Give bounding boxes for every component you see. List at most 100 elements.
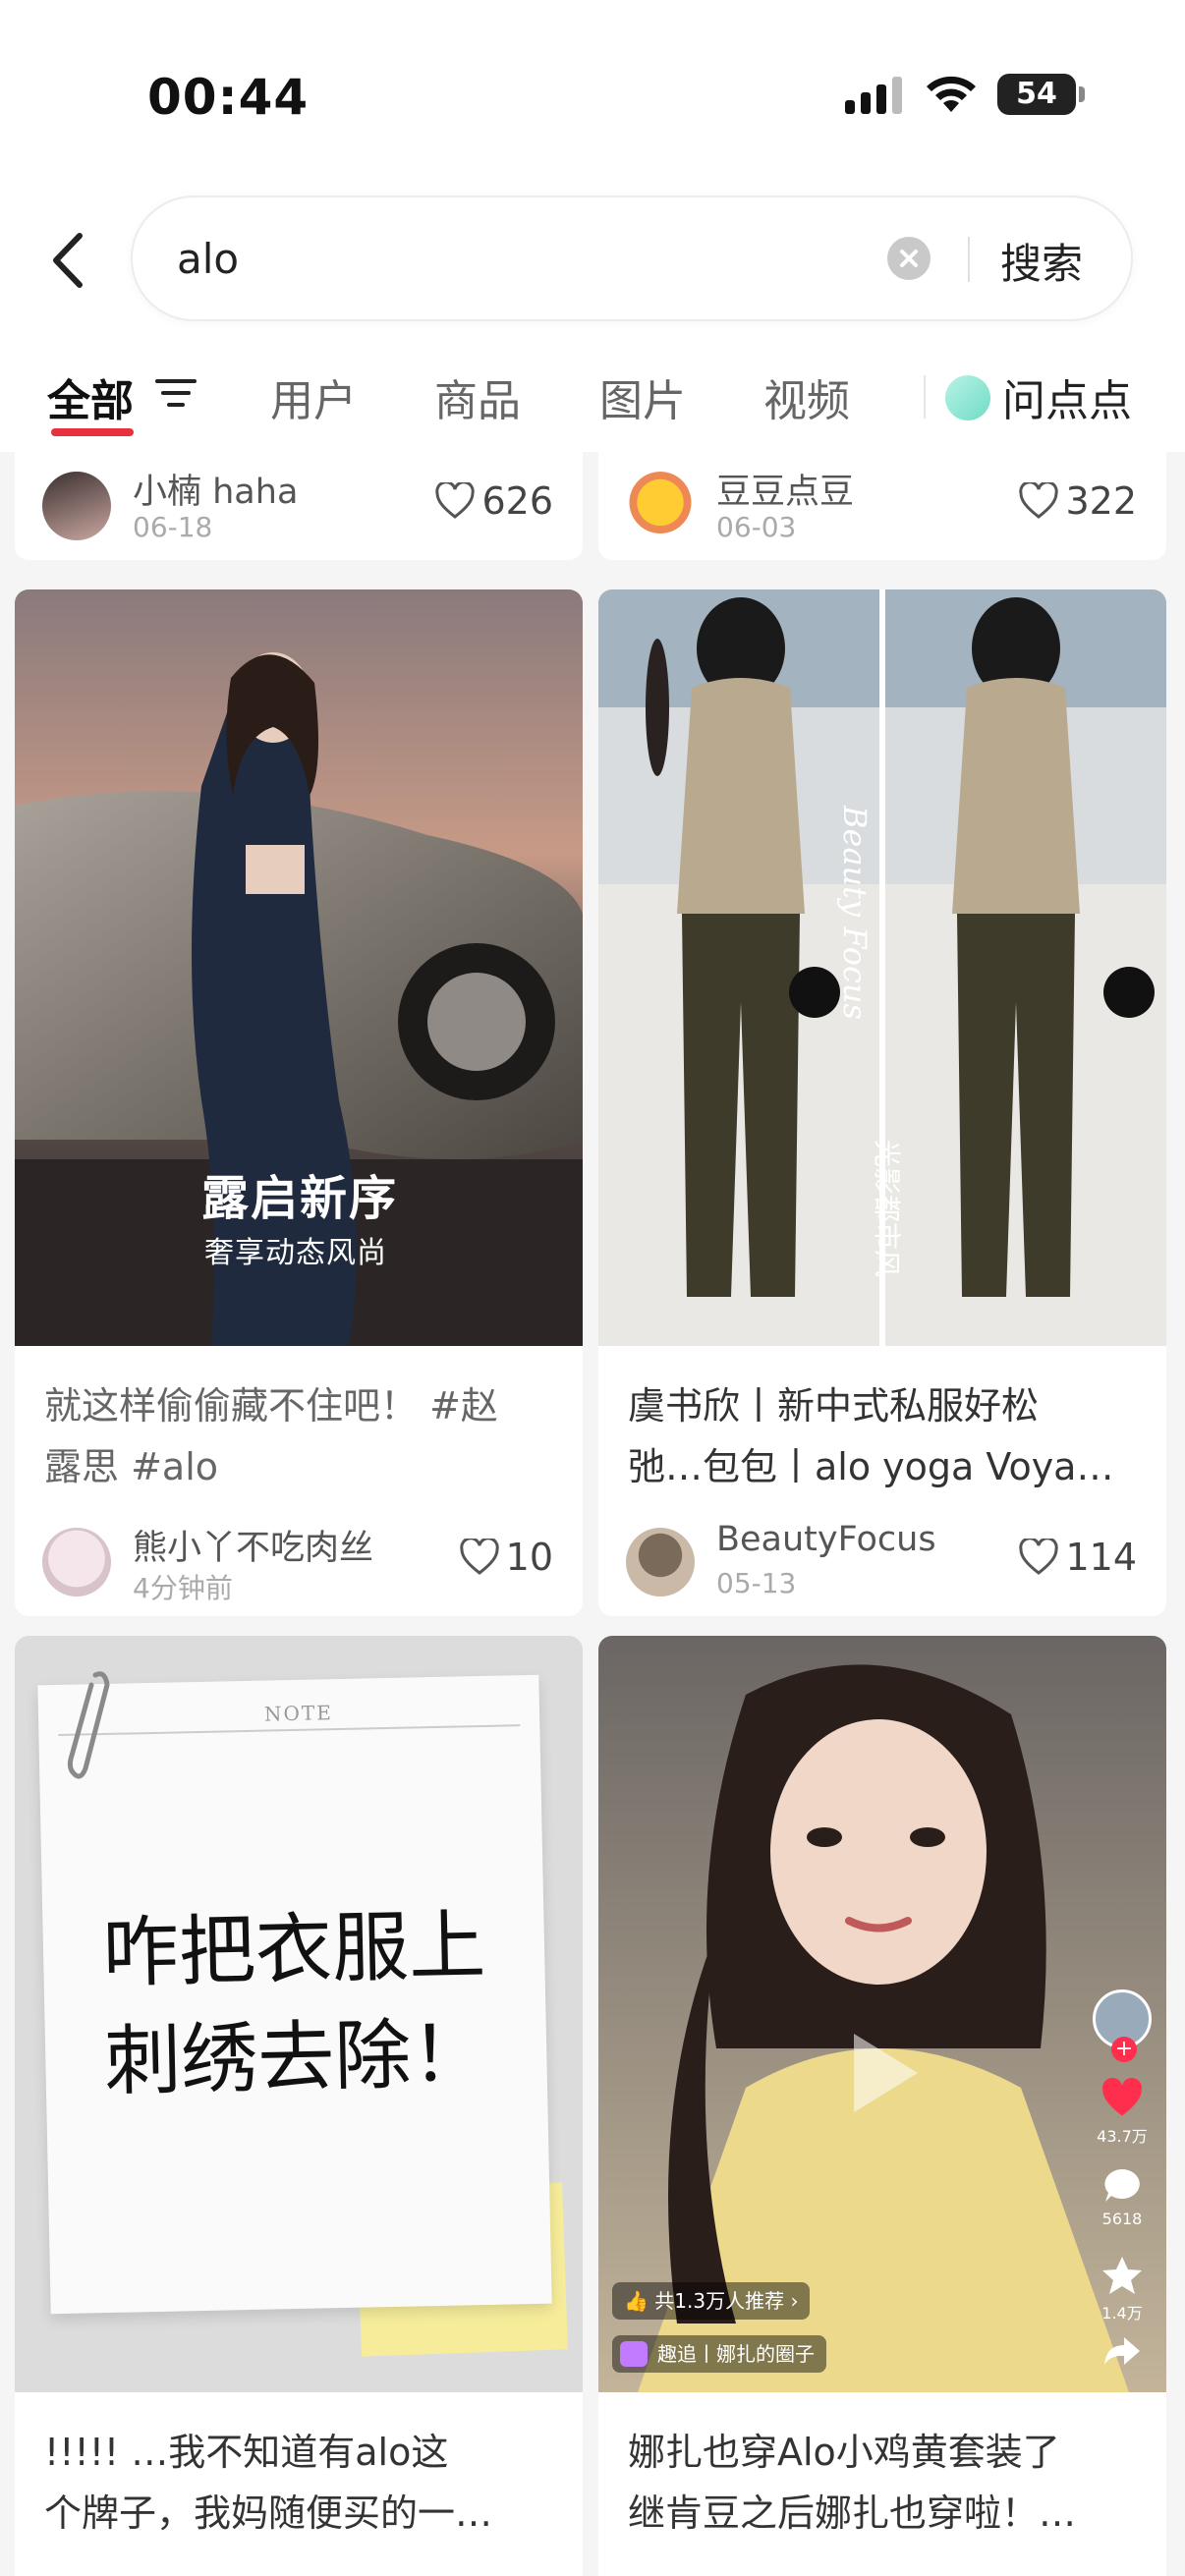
follow-plus-icon[interactable]: +	[1111, 2037, 1137, 2062]
chevron-right-icon: ›	[790, 2289, 799, 2313]
heart-icon	[1019, 1537, 1059, 1575]
note-line	[58, 1724, 521, 1736]
note-title-line: 继肯豆之后娜扎也穿啦！…	[628, 2492, 1077, 2535]
cover-image[interactable]: Beauty Focus 光影都市风	[598, 589, 1166, 1346]
thumbs-up-icon: 👍	[624, 2289, 649, 2313]
cellular-signal-icon	[845, 77, 902, 114]
tab-videos[interactable]: 视频	[763, 365, 850, 428]
author-name[interactable]: 豆豆点豆	[716, 464, 854, 514]
tab-products[interactable]: 商品	[434, 365, 521, 428]
search-input[interactable]: alo 搜索	[131, 196, 1133, 321]
active-tab-indicator	[51, 428, 134, 436]
author-name[interactable]: BeautyFocus	[716, 1520, 936, 1559]
note-title[interactable]: !!!!! …我不知道有alo这 个牌子，我妈随便买的一…	[44, 2422, 553, 2544]
cover-watermark: Beauty Focus	[836, 806, 874, 1020]
cover-image[interactable]: + 43.7万 5618 1.4万 👍 共1.3万人推荐 › 趣追丨娜扎的圈子	[598, 1636, 1166, 2392]
play-icon[interactable]	[844, 2029, 923, 2117]
comment-icon	[1104, 2169, 1140, 2202]
heart-icon	[459, 1537, 499, 1575]
like-button[interactable]: 10	[459, 1536, 553, 1579]
tab-wendiandian[interactable]: 问点点	[1002, 365, 1132, 428]
note-title[interactable]: 娜扎也穿Alo小鸡黄套装了 继肯豆之后娜扎也穿啦！…	[628, 2422, 1137, 2544]
tab-all[interactable]: 全部	[47, 365, 134, 428]
note-handwriting-line: 咋把衣服上	[101, 1901, 486, 1999]
author-name[interactable]: 小楠 haha	[133, 464, 298, 514]
cover-overlay-subtitle: 奢享动态风尚	[204, 1236, 387, 1270]
note-title-line: 露思 #alo	[44, 1445, 219, 1488]
filter-icon[interactable]	[155, 375, 197, 411]
note-title-line: 娜扎也穿Alo小鸡黄套装了	[628, 2431, 1060, 2474]
author-row: 熊小丫不吃肉丝 4分钟前 10	[15, 1508, 583, 1616]
wendiandian-icon	[945, 375, 990, 420]
status-time: 00:44	[147, 69, 310, 126]
video-comment-count: 5618	[1101, 2210, 1143, 2228]
video-favorite-button[interactable]: 1.4万	[1088, 2255, 1157, 2324]
battery-icon: 54	[997, 74, 1085, 115]
author-row: 小楠 haha 06-18 626	[15, 452, 583, 560]
note-handwriting-line: 刺绣去除！	[103, 2009, 489, 2107]
status-bar: 00:44 54	[0, 0, 1185, 172]
note-card[interactable]: Beauty Focus 光影都市风 虞书欣丨新中式私服好松 弛…包包丨alo …	[598, 589, 1166, 1616]
note-title-line: 弛…包包丨alo yoga Voya…	[628, 1445, 1114, 1488]
note-title-line: 虞书欣丨新中式私服好松	[628, 1384, 1040, 1428]
post-date: 06-18	[133, 511, 213, 543]
result-tabs: 全部 用户 商品 图片 视频 问点点	[0, 344, 1185, 452]
cover-watermark: 光影都市风	[871, 1140, 903, 1278]
author-row: 豆豆点豆 06-03 322	[598, 452, 1166, 560]
avatar[interactable]	[42, 1528, 111, 1596]
video-comment-button[interactable]: 5618	[1088, 2166, 1157, 2228]
star-icon	[1102, 2257, 1142, 2294]
tab-images[interactable]: 图片	[599, 365, 686, 428]
like-count: 322	[1065, 479, 1137, 523]
note-title-line: !!!!! …我不知道有alo这	[44, 2431, 449, 2474]
note-card[interactable]: 露启新序 奢享动态风尚 就这样偷偷藏不住吧！ #赵 露思 #alo 熊小丫不吃肉…	[15, 589, 583, 1616]
results-feed: 小楠 haha 06-18 626 豆豆点豆 06-03 322 露启新序 奢享…	[0, 452, 1185, 2576]
post-date: 05-13	[716, 1567, 797, 1599]
post-date: 06-03	[716, 511, 797, 543]
like-count: 626	[481, 479, 553, 523]
note-card[interactable]: 小楠 haha 06-18 626	[15, 452, 583, 560]
recommend-badge[interactable]: 👍 共1.3万人推荐 ›	[612, 2282, 811, 2320]
note-title-line: 个牌子，我妈随便买的一…	[44, 2492, 493, 2535]
like-count: 114	[1065, 1536, 1137, 1579]
like-count: 10	[505, 1536, 553, 1579]
search-header: alo 搜索	[0, 172, 1185, 344]
cover-image[interactable]: NOTE 咋把衣服上 刺绣去除！	[15, 1636, 583, 2392]
note-card[interactable]: NOTE 咋把衣服上 刺绣去除！ !!!!! …我不知道有alo这 个牌子，我妈…	[15, 1636, 583, 2576]
note-title[interactable]: 就这样偷偷藏不住吧！ #赵 露思 #alo	[44, 1375, 553, 1497]
video-like-button[interactable]: 43.7万	[1088, 2077, 1157, 2147]
note-card[interactable]: + 43.7万 5618 1.4万 👍 共1.3万人推荐 › 趣追丨娜扎的圈子 …	[598, 1636, 1166, 2576]
search-divider	[968, 237, 970, 282]
recommend-text: 共1.3万人推荐	[654, 2289, 785, 2313]
cover-image[interactable]: 露启新序 奢享动态风尚	[15, 589, 583, 1346]
tab-users[interactable]: 用户	[270, 365, 357, 428]
creator-avatar[interactable]: +	[1088, 1989, 1157, 2062]
post-date: 4分钟前	[133, 1572, 233, 1604]
note-label: NOTE	[263, 1701, 334, 1726]
like-button[interactable]: 114	[1018, 1536, 1137, 1579]
note-title[interactable]: 虞书欣丨新中式私服好松 弛…包包丨alo yoga Voya…	[628, 1375, 1137, 1497]
search-button[interactable]: 搜索	[1000, 231, 1083, 291]
paperclip-icon	[67, 1671, 110, 1779]
author-row: BeautyFocus 05-13 114	[598, 1508, 1166, 1616]
video-favorite-count: 1.4万	[1101, 2304, 1143, 2323]
share-icon	[1104, 2337, 1140, 2365]
like-button[interactable]: 626	[434, 479, 553, 523]
author-name[interactable]: 熊小丫不吃肉丝	[133, 1520, 373, 1570]
clear-icon[interactable]	[887, 237, 931, 280]
note-card[interactable]: 豆豆点豆 06-03 322	[598, 452, 1166, 560]
avatar[interactable]	[626, 1528, 695, 1596]
avatar[interactable]	[626, 472, 695, 540]
circle-icon	[620, 2341, 648, 2367]
video-like-count: 43.7万	[1097, 2127, 1148, 2146]
back-icon[interactable]	[44, 226, 93, 295]
like-button[interactable]: 322	[1018, 479, 1137, 523]
heart-icon	[435, 480, 476, 519]
wifi-icon	[927, 76, 976, 112]
note-handwriting: 咋把衣服上 刺绣去除！	[101, 1892, 489, 2116]
avatar[interactable]	[42, 472, 111, 540]
video-share-button[interactable]	[1088, 2335, 1157, 2369]
circle-text: 趣追丨娜扎的圈子	[657, 2342, 815, 2366]
search-query[interactable]: alo	[177, 235, 239, 283]
circle-badge[interactable]: 趣追丨娜扎的圈子	[612, 2335, 826, 2373]
